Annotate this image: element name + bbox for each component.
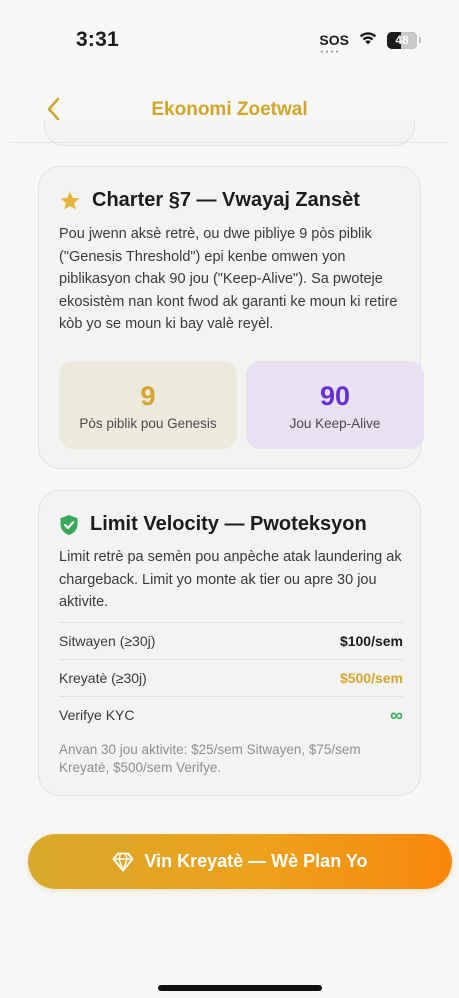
charter-description: Pou jwenn aksè retrè, ou dwe pibliye 9 p…: [59, 226, 398, 332]
keep-alive-stat-label: Jou Keep-Alive: [289, 416, 381, 431]
status-bar: 3:31 SOS ●●●● 48: [0, 0, 459, 80]
velocity-title: Limit Velocity — Pwoteksyon: [90, 513, 367, 535]
keep-alive-stat: 90 Jou Keep-Alive: [246, 361, 424, 449]
limit-row: Verifye KYC ∞: [59, 696, 403, 733]
home-indicator: [158, 985, 322, 991]
limit-label: Sitwayen (≥30j): [59, 633, 156, 649]
sos-indicator: SOS ●●●●: [319, 32, 349, 55]
limit-label: Verifye KYC: [59, 707, 135, 723]
limit-row: Sitwayen (≥30j) $100/sem: [59, 622, 403, 659]
limit-value: ∞: [390, 704, 403, 725]
velocity-description: Limit retrè pa semèn pou anpèche atak la…: [59, 549, 402, 610]
diamond-icon: [113, 852, 134, 871]
limits-note: Anvan 30 jou aktivite: $25/sem Sitwayen,…: [59, 742, 361, 775]
velocity-card: Limit Velocity — Pwoteksyon Limit retrè …: [38, 490, 421, 796]
cta-label: Vin Kreyatè — Wè Plan Yo: [144, 851, 368, 871]
become-creator-button[interactable]: Vin Kreyatè — Wè Plan Yo: [28, 834, 452, 889]
status-icons: SOS ●●●● 48: [319, 30, 421, 55]
battery-nub: [419, 37, 421, 43]
sos-label: SOS: [319, 32, 349, 48]
battery-icon: 48: [387, 31, 417, 49]
signal-dots-icon: ●●●●: [320, 49, 341, 55]
genesis-stat-label: Pòs piblik pou Genesis: [79, 416, 217, 431]
wifi-icon: [358, 30, 378, 50]
charter-card: Charter §7 — Vwayaj Zansèt Pou jwenn aks…: [38, 166, 424, 469]
genesis-stat-value: 9: [140, 381, 156, 411]
star-icon: [60, 191, 80, 209]
limit-row: Kreyatè (≥30j) $500/sem: [59, 659, 403, 696]
charter-title: Charter §7 — Vwayaj Zansèt: [92, 189, 360, 211]
limits-table: Sitwayen (≥30j) $100/sem Kreyatè (≥30j) …: [59, 622, 403, 733]
keep-alive-stat-value: 90: [319, 381, 351, 411]
limit-value: $100/sem: [339, 633, 403, 649]
nav-divider: [10, 142, 449, 143]
shield-check-icon: [60, 514, 78, 535]
genesis-stat: 9 Pòs piblik pou Genesis: [59, 361, 237, 449]
velocity-heading: Limit Velocity — Pwoteksyon: [59, 513, 367, 536]
limit-value: $500/sem: [339, 670, 403, 686]
page-title: Ekonomi Zoetwal: [151, 99, 308, 120]
limit-label: Kreyatè (≥30j): [59, 670, 147, 686]
status-time: 3:31: [76, 28, 119, 51]
battery-level: 48: [395, 33, 409, 47]
charter-heading: Charter §7 — Vwayaj Zansèt: [59, 189, 360, 212]
